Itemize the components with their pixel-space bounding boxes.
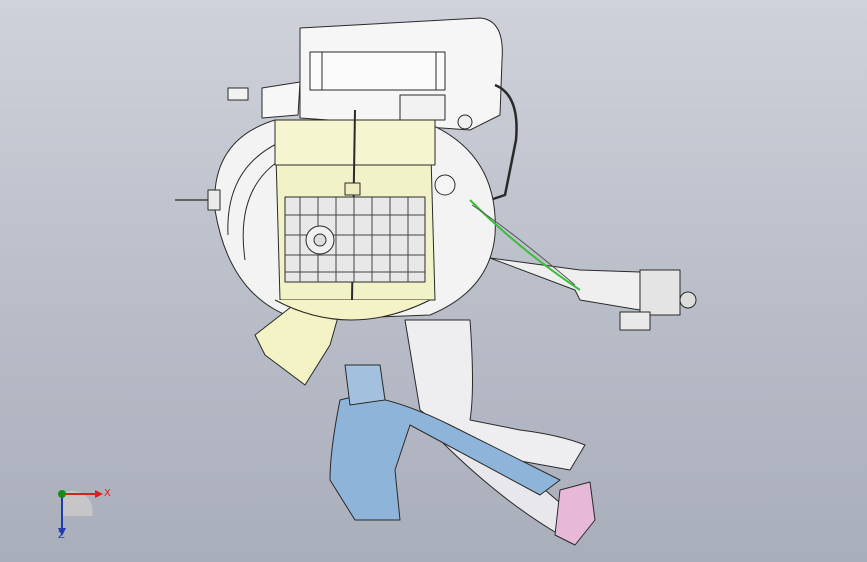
- axis-x-label: X: [104, 488, 111, 499]
- upper-panel: [309, 51, 446, 91]
- actuator-arm: [489, 257, 641, 311]
- coordinate-triad: X Y Z: [40, 478, 120, 548]
- cad-viewport[interactable]: X Y Z: [0, 0, 867, 562]
- outlet-flange: [554, 481, 596, 546]
- axis-z-label: Z: [58, 530, 65, 541]
- motor-flange: [434, 174, 456, 196]
- actuator-body: [639, 269, 681, 316]
- side-nozzle: [261, 81, 301, 119]
- hvac-blower-assembly-model[interactable]: [0, 0, 867, 562]
